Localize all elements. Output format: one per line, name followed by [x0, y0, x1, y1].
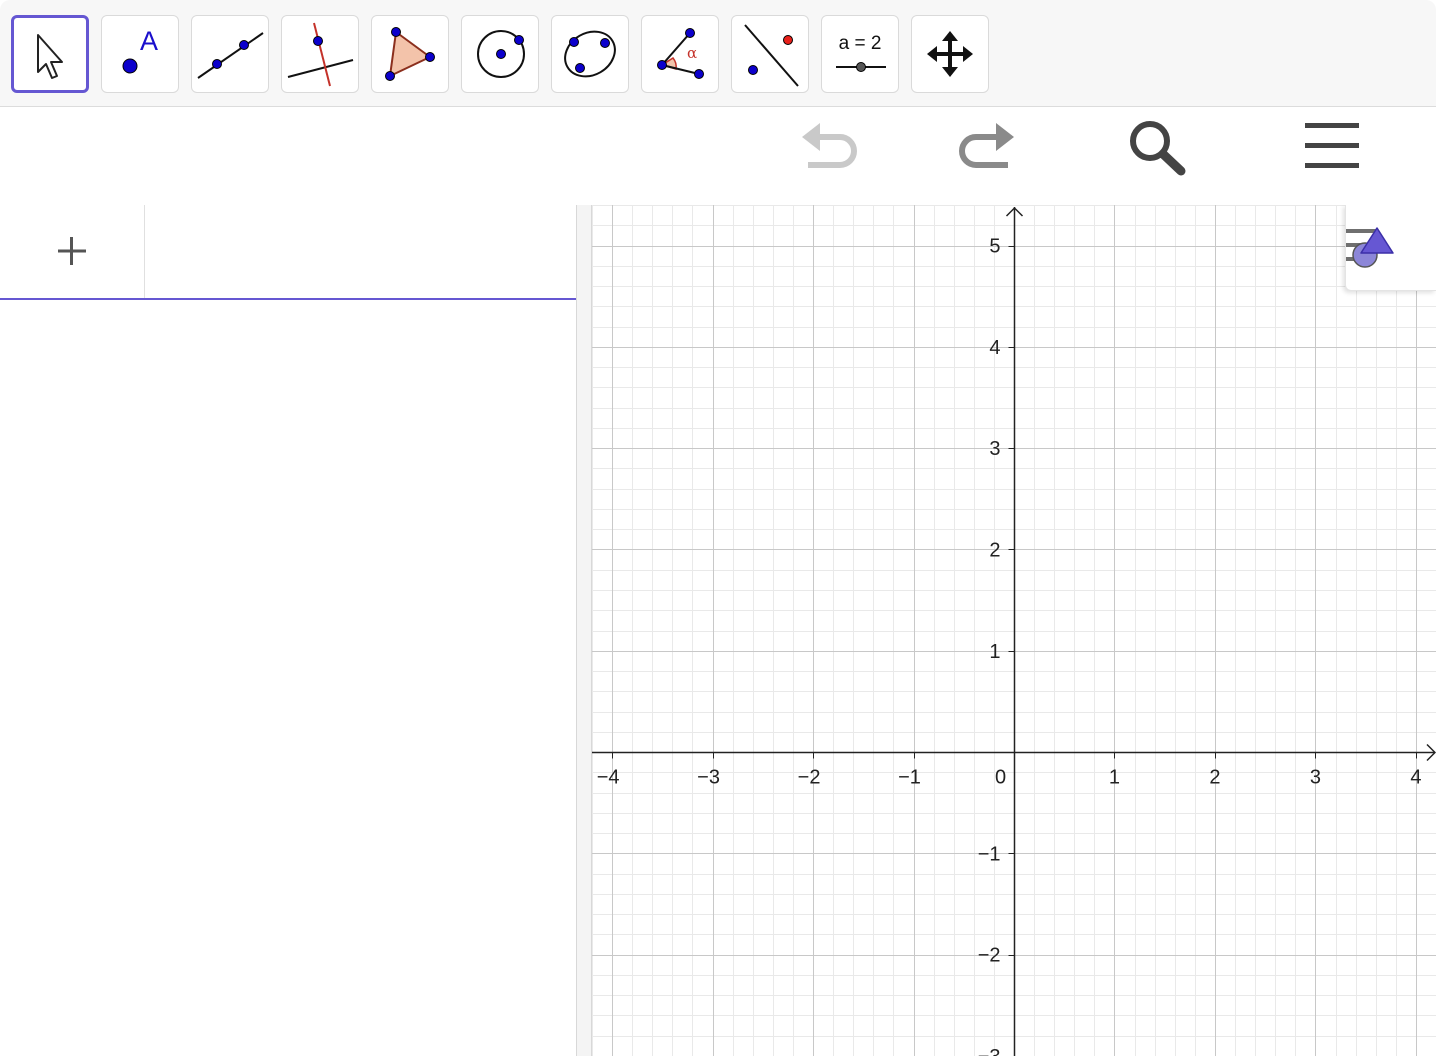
graphics-view[interactable]: −4 −3 −2 −1 0 1 2 3 4 5 4 3 2 1 −1 −2 −3 [592, 205, 1436, 1056]
style-bar-shapes-icon [1333, 227, 1394, 268]
angle-tool[interactable]: α [641, 15, 719, 93]
y-tick-label: 2 [989, 539, 1000, 561]
undo-icon [802, 123, 857, 168]
redo-button[interactable] [950, 113, 1020, 183]
y-tick-label: 4 [989, 337, 1000, 359]
x-axis-labels: −4 −3 −2 −1 0 1 2 3 4 [597, 767, 1422, 789]
x-tick-label: 3 [1310, 767, 1321, 789]
point-tool[interactable]: A [101, 15, 179, 93]
hamburger-menu-icon [1305, 123, 1359, 168]
y-tick-label: −1 [978, 843, 1001, 865]
y-tick-label: 3 [989, 438, 1000, 460]
x-tick-label: 1 [1109, 767, 1120, 789]
reflect-about-line-icon [744, 24, 799, 87]
x-tick-label: −1 [898, 767, 921, 789]
undo-button[interactable] [796, 113, 866, 183]
y-tick-label: 5 [989, 236, 1000, 258]
search-icon [1130, 121, 1186, 176]
x-tick-label: 0 [995, 767, 1006, 789]
algebra-input-field[interactable] [146, 205, 576, 298]
coordinate-grid: −4 −3 −2 −1 0 1 2 3 4 5 4 3 2 1 −1 −2 −3 [592, 205, 1436, 1056]
style-bar-toggle-button[interactable] [1333, 205, 1436, 291]
reflect-tool[interactable] [731, 15, 809, 93]
conic-five-points-icon [564, 30, 616, 78]
move-graphics-view-tool[interactable] [911, 15, 989, 93]
y-axis-labels: 5 4 3 2 1 −1 −2 −3 [978, 236, 1001, 1056]
line-tool[interactable] [191, 15, 269, 93]
polygon-tool[interactable] [371, 15, 449, 93]
cursor-arrow-icon [37, 34, 63, 79]
polygon-icon [385, 27, 435, 81]
x-tick-label: 2 [1209, 767, 1220, 789]
algebra-input-row: + [0, 205, 576, 300]
redo-icon [959, 123, 1014, 168]
y-tick-label: −2 [978, 945, 1001, 967]
x-tick-label: 4 [1410, 767, 1421, 789]
circle-tool[interactable] [461, 15, 539, 93]
slider-label: a = 2 [838, 33, 882, 54]
y-tick-label: −3 [978, 1046, 1001, 1056]
circle-center-point-icon [477, 30, 525, 78]
perpendicular-line-icon [287, 22, 354, 87]
conic-tool[interactable] [551, 15, 629, 93]
y-tick-label: 1 [989, 641, 1000, 663]
move-arrows-icon [927, 31, 973, 77]
point-label: A [140, 26, 159, 56]
x-tick-label: −4 [597, 767, 620, 789]
line-through-two-points-icon [197, 32, 264, 79]
x-tick-label: −3 [697, 767, 720, 789]
slider-tool[interactable]: a = 2 [821, 15, 899, 93]
main-menu-button[interactable] [1297, 113, 1367, 183]
angle-icon [657, 28, 704, 79]
plus-icon [58, 237, 86, 265]
x-tick-label: −2 [798, 767, 821, 789]
view-divider[interactable] [576, 205, 592, 1056]
add-item-button[interactable]: + [0, 205, 145, 298]
angle-alpha-label: α [687, 44, 698, 62]
toolbar: A α a = 2 [0, 0, 1436, 107]
header-bar [0, 107, 1436, 205]
algebra-view: + [0, 205, 576, 1056]
move-tool[interactable] [11, 15, 89, 93]
perpendicular-line-tool[interactable] [281, 15, 359, 93]
search-button[interactable] [1121, 113, 1191, 183]
